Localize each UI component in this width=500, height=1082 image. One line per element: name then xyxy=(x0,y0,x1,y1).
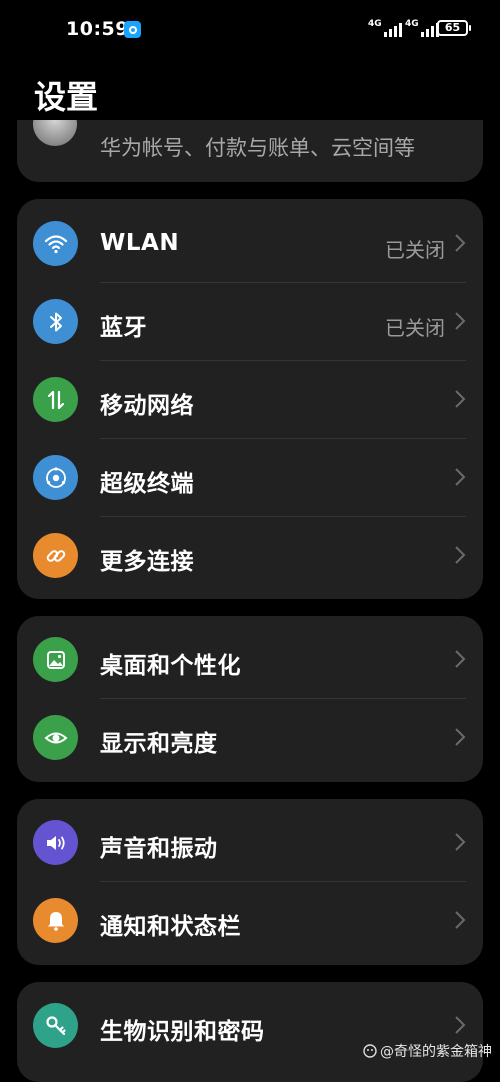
chevron-right-icon xyxy=(455,312,466,330)
super-device-icon xyxy=(33,455,78,500)
settings-item-label: WLAN xyxy=(100,230,180,256)
chevron-right-icon xyxy=(455,728,466,746)
key-icon xyxy=(33,1003,78,1048)
app-notification-icon xyxy=(124,21,141,38)
mobile-data-icon xyxy=(33,377,78,422)
chevron-right-icon xyxy=(455,650,466,668)
chevron-right-icon xyxy=(455,1016,466,1034)
settings-item-status: 已关闭 xyxy=(385,238,445,262)
settings-item-label: 超级终端 xyxy=(100,471,194,497)
settings-item-bluetooth[interactable]: 蓝牙 已关闭 xyxy=(17,283,483,361)
watermark: @奇怪的紫金箱神 xyxy=(363,1041,492,1061)
settings-item-more-connections[interactable]: 更多连接 xyxy=(17,517,483,595)
settings-item-label: 声音和振动 xyxy=(100,836,218,862)
settings-item-label: 更多连接 xyxy=(100,549,194,575)
settings-item-label: 显示和亮度 xyxy=(100,731,218,757)
settings-item-display[interactable]: 显示和亮度 xyxy=(17,699,483,777)
settings-item-label: 生物识别和密码 xyxy=(100,1019,265,1045)
status-bar: 10:59 4G 4G 65 xyxy=(0,0,500,60)
settings-item-super-device[interactable]: 超级终端 xyxy=(17,439,483,517)
chevron-right-icon xyxy=(455,390,466,408)
watermark-text: @奇怪的紫金箱神 xyxy=(380,1044,492,1060)
settings-item-status: 已关闭 xyxy=(385,316,445,340)
settings-group-security: 生物识别和密码 xyxy=(17,982,483,1082)
account-subtitle: 华为帐号、付款与账单、云空间等 xyxy=(100,136,415,160)
settings-group-sound: 声音和振动 通知和状态栏 xyxy=(17,799,483,965)
settings-item-notifications[interactable]: 通知和状态栏 xyxy=(17,882,483,960)
wifi-icon xyxy=(33,221,78,266)
page-title: 设置 xyxy=(34,78,99,116)
signal-sim2-icon: 4G xyxy=(405,20,439,37)
settings-item-label: 桌面和个性化 xyxy=(100,653,241,679)
settings-group-connectivity: WLAN 已关闭 蓝牙 已关闭 移动网络 超级终端 更多连接 xyxy=(17,199,483,599)
battery-icon: 65 xyxy=(437,20,471,36)
bluetooth-icon xyxy=(33,299,78,344)
watermark-logo-icon xyxy=(363,1044,377,1058)
eye-icon xyxy=(33,715,78,760)
settings-item-label: 通知和状态栏 xyxy=(100,914,241,940)
chevron-right-icon xyxy=(455,911,466,929)
status-time: 10:59 xyxy=(66,18,129,40)
chevron-right-icon xyxy=(455,234,466,252)
settings-item-home-screen[interactable]: 桌面和个性化 xyxy=(17,621,483,699)
avatar[interactable] xyxy=(33,120,77,146)
chevron-right-icon xyxy=(455,546,466,564)
settings-item-sound[interactable]: 声音和振动 xyxy=(17,804,483,882)
settings-group-display: 桌面和个性化 显示和亮度 xyxy=(17,616,483,782)
account-card[interactable]: 华为帐号、付款与账单、云空间等 xyxy=(17,120,483,182)
signal-sim1-icon: 4G xyxy=(368,20,402,37)
bell-icon xyxy=(33,898,78,943)
wallpaper-icon xyxy=(33,637,78,682)
chevron-right-icon xyxy=(455,833,466,851)
settings-item-label: 蓝牙 xyxy=(100,315,147,341)
settings-item-wlan[interactable]: WLAN 已关闭 xyxy=(17,205,483,283)
settings-item-label: 移动网络 xyxy=(100,393,194,419)
speaker-icon xyxy=(33,820,78,865)
link-icon xyxy=(33,533,78,578)
chevron-right-icon xyxy=(455,468,466,486)
settings-item-mobile-network[interactable]: 移动网络 xyxy=(17,361,483,439)
